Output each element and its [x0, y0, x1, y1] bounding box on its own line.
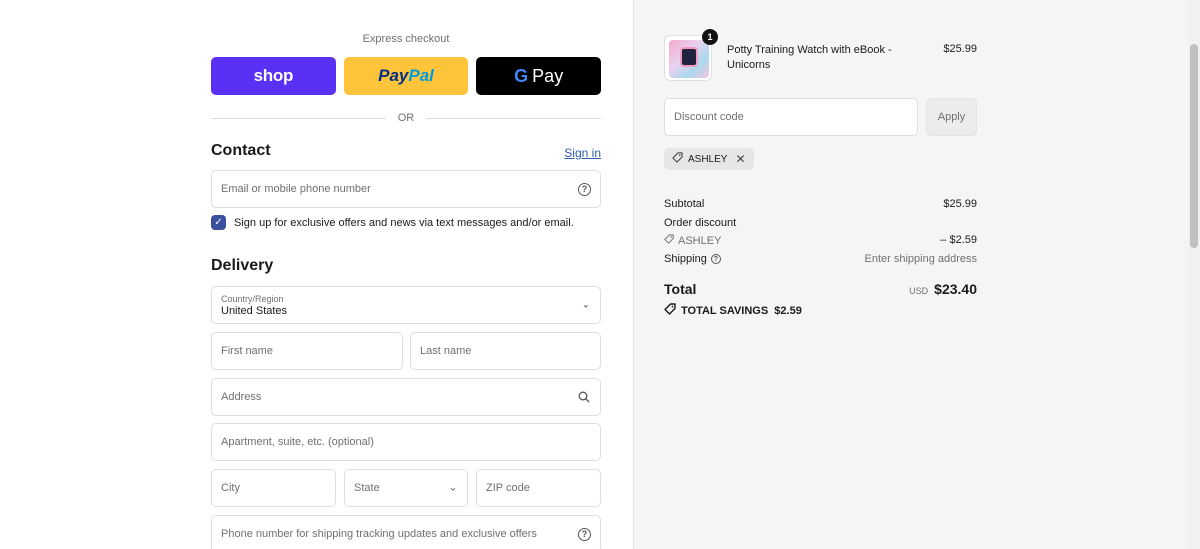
remove-discount-icon[interactable]: ✕ [735, 152, 745, 166]
order-discount-row: Order discount [664, 217, 977, 229]
country-select[interactable]: Country/Region United States ⌄ [211, 286, 601, 324]
contact-title: Contact [211, 142, 271, 159]
scrollbar-thumb[interactable] [1190, 44, 1198, 248]
email-field[interactable]: Email or mobile phone number ? [211, 170, 601, 208]
apply-discount-button[interactable]: Apply [926, 98, 977, 136]
chevron-down-icon: ⌄ [448, 482, 457, 494]
discount-code-row: ASHLEY – $2.59 [664, 234, 977, 247]
subtotal-value: $25.99 [943, 198, 977, 210]
search-icon [577, 390, 591, 404]
paypal-label-part1: Pay [378, 66, 409, 85]
sign-in-link[interactable]: Sign in [564, 146, 601, 160]
help-icon[interactable]: ? [710, 254, 721, 264]
apartment-placeholder: Apartment, suite, etc. (optional) [221, 436, 374, 448]
page-scrollbar[interactable] [1188, 0, 1200, 549]
marketing-signup: ✓ Sign up for exclusive offers and news … [211, 215, 574, 230]
address-field[interactable]: Address [211, 378, 601, 416]
total-savings-text: TOTAL SAVINGS $2.59 [681, 304, 802, 317]
google-pay-button[interactable]: G Pay [476, 57, 602, 95]
city-field[interactable]: City [211, 469, 336, 507]
tag-icon [672, 152, 683, 166]
help-icon[interactable]: ? [578, 182, 591, 196]
subtotal-label: Subtotal [664, 198, 705, 210]
address-placeholder: Address [221, 391, 262, 403]
tag-icon [664, 234, 674, 247]
applied-discount-chip: ASHLEY ✕ [664, 148, 754, 170]
product-price: $25.99 [943, 43, 977, 55]
phone-placeholder: Phone number for shipping tracking updat… [221, 528, 537, 540]
or-divider: OR [211, 111, 601, 125]
cart-line-item: 1 Potty Training Watch with eBook - Unic… [664, 29, 977, 81]
discount-placeholder: Discount code [674, 111, 744, 123]
paypal-label-part2: Pal [408, 66, 434, 85]
discount-code-input[interactable]: Discount code [664, 98, 918, 136]
express-checkout-label: Express checkout [362, 33, 450, 45]
order-discount-label: Order discount [664, 217, 737, 229]
country-value: United States [221, 304, 288, 317]
shop-pay-button[interactable]: shop [211, 57, 336, 95]
google-pay-label: Pay [532, 65, 564, 86]
country-label: Country/Region [221, 293, 284, 304]
express-payment-buttons: shop Pay Pal G Pay [211, 57, 602, 95]
state-select[interactable]: State ⌄ [344, 469, 468, 507]
or-text: OR [397, 112, 415, 124]
paypal-button[interactable]: Pay Pal [343, 57, 469, 95]
shop-pay-label: shop [253, 66, 294, 85]
last-name-placeholder: Last name [420, 345, 472, 357]
discount-value: – $2.59 [940, 234, 977, 246]
summary-discount-code: ASHLEY [678, 234, 722, 247]
watch-image [680, 47, 698, 67]
marketing-checkbox[interactable]: ✓ [211, 215, 226, 230]
tag-icon [664, 303, 676, 318]
product-name: Potty Training Watch with eBook - Unicor… [727, 44, 892, 71]
phone-field[interactable]: Phone number for shipping tracking updat… [211, 515, 601, 549]
apartment-field[interactable]: Apartment, suite, etc. (optional) [211, 423, 601, 461]
first-name-field[interactable]: First name [211, 332, 403, 370]
city-placeholder: City [221, 482, 240, 494]
total-label: Total [664, 281, 697, 297]
currency-code: USD [909, 286, 929, 296]
zip-placeholder: ZIP code [486, 482, 530, 494]
state-placeholder: State [354, 482, 380, 494]
total-savings: TOTAL SAVINGS $2.59 [664, 303, 802, 318]
chevron-down-icon: ⌄ [581, 299, 590, 311]
shipping-row: Shipping ? Enter shipping address [664, 253, 977, 265]
applied-discount-code: ASHLEY [688, 153, 728, 165]
quantity-badge: 1 [702, 29, 718, 45]
order-summary-panel [633, 0, 1200, 549]
shipping-value: Enter shipping address [864, 253, 977, 265]
google-g-icon: G [514, 65, 529, 86]
marketing-signup-label: Sign up for exclusive offers and news vi… [234, 216, 574, 229]
delivery-title: Delivery [211, 257, 274, 274]
checkout-form-panel: Express checkout shop Pay Pal G Pay OR Co… [0, 0, 633, 549]
subtotal-row: Subtotal $25.99 [664, 198, 977, 210]
first-name-placeholder: First name [221, 345, 273, 357]
help-icon[interactable]: ? [578, 527, 591, 541]
last-name-field[interactable]: Last name [410, 332, 601, 370]
total-row: Total USD $23.40 [664, 281, 977, 297]
shipping-label: Shipping [664, 253, 707, 265]
email-placeholder: Email or mobile phone number [221, 183, 371, 195]
zip-field[interactable]: ZIP code [476, 469, 601, 507]
total-amount: $23.40 [934, 281, 977, 297]
